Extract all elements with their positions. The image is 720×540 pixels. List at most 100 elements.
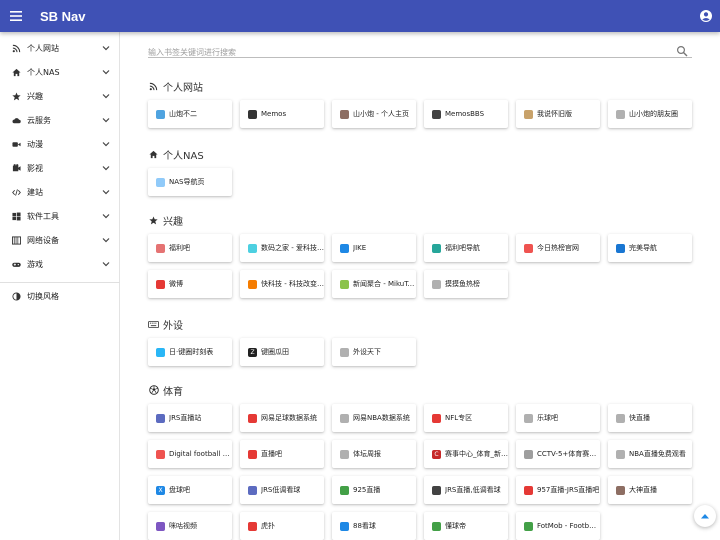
bookmark-label: 88看球 [353, 522, 376, 530]
favicon-icon [432, 243, 441, 253]
bookmark-card[interactable]: C 赛事中心_体育_新浪网 [424, 440, 508, 468]
bookmark-card[interactable]: Digital football calendar [148, 440, 232, 468]
account-button[interactable] [698, 8, 714, 24]
scroll-to-top-button[interactable] [694, 505, 716, 527]
bookmark-label: 键圈瓜田 [261, 348, 289, 356]
bookmark-card[interactable]: JRS直播,低调看球 [424, 476, 508, 504]
bookmark-card[interactable]: 新闻聚合 - MikuTools [332, 270, 416, 298]
search-input[interactable] [148, 44, 668, 61]
favicon-icon [248, 485, 257, 495]
favicon-icon: X [156, 485, 165, 495]
search-button[interactable] [676, 42, 688, 57]
bookmark-card[interactable]: NAS导航页 [148, 168, 232, 196]
sidebar-item-6[interactable]: 建站 [0, 180, 120, 204]
bookmark-label: 925直播 [353, 486, 381, 494]
sidebar-item-label: 网络设备 [27, 235, 59, 245]
video-icon [11, 139, 21, 149]
arrow-up-icon [701, 514, 709, 519]
bookmark-card[interactable]: NBA直播免费观看 [608, 440, 692, 468]
sidebar-item-5[interactable]: 影视 [0, 156, 120, 180]
soccer-icon [148, 385, 159, 396]
sidebar: 个人网站个人NAS 兴趣云服务动漫 影视 建站 软件工具网络设备游戏切换风格 [0, 32, 120, 540]
favicon-icon [156, 449, 165, 459]
favicon-icon [432, 109, 441, 119]
bookmark-card[interactable]: CCTV-5+体育赛事直播 [516, 440, 600, 468]
app-bar: SB Nav [0, 0, 720, 32]
chevron-down-icon [101, 43, 111, 53]
bookmark-card[interactable]: 外设天下 [332, 338, 416, 366]
bookmark-card[interactable]: 山小炮的朋友圈 [608, 100, 692, 128]
bookmark-label: 盘球吧 [169, 486, 190, 494]
bookmark-card[interactable]: 福利吧 [148, 234, 232, 262]
favicon-icon [432, 485, 441, 495]
bookmark-card[interactable]: JRS低调看球 [240, 476, 324, 504]
bookmark-card[interactable]: X 盘球吧 [148, 476, 232, 504]
bookmark-card[interactable]: 福利吧导航 [424, 234, 508, 262]
bookmark-card[interactable]: 我说怀旧版 [516, 100, 600, 128]
sidebar-item-8[interactable]: 网络设备 [0, 228, 120, 252]
bookmark-card[interactable]: 957直播-JRS直播吧 [516, 476, 600, 504]
bookmark-label: 直播吧 [261, 450, 282, 458]
favicon-icon [616, 485, 625, 495]
search-icon [676, 45, 688, 57]
favicon-icon [340, 243, 349, 253]
cloud-icon [11, 115, 21, 125]
bookmark-label: 乐球吧 [537, 414, 558, 422]
sidebar-item-9[interactable]: 游戏 [0, 252, 120, 276]
bookmark-card[interactable]: 摸摸鱼热榜 [424, 270, 508, 298]
bookmark-card[interactable]: 网易足球数据系统 [240, 404, 324, 432]
bookmark-label: 新闻聚合 - MikuTools [353, 280, 416, 288]
bookmark-card[interactable]: MemosBBS [424, 100, 508, 128]
bookmark-card[interactable]: 网易NBA数据系统 [332, 404, 416, 432]
bookmark-card[interactable]: Memos [240, 100, 324, 128]
bookmark-label: FotMob - Football Live Scores [537, 522, 600, 530]
bookmark-card[interactable]: 直播吧 [240, 440, 324, 468]
bookmark-card[interactable]: 大神直播 [608, 476, 692, 504]
bookmark-card[interactable]: 咪咕视频 [148, 512, 232, 540]
section-title: 个人NAS [148, 147, 204, 162]
bookmark-card[interactable]: 体坛周报 [332, 440, 416, 468]
bookmark-card[interactable]: 925直播 [332, 476, 416, 504]
bookmark-card[interactable]: 微博 [148, 270, 232, 298]
bookmark-card[interactable]: Z 键圈瓜田 [240, 338, 324, 366]
sidebar-item-4[interactable]: 动漫 [0, 132, 120, 156]
bookmark-card[interactable]: FotMob - Football Live Scores [516, 512, 600, 540]
bookmark-card[interactable]: 乐球吧 [516, 404, 600, 432]
bookmark-card[interactable]: JRS直播站 [148, 404, 232, 432]
sidebar-item-label: 云服务 [27, 115, 51, 125]
bookmark-card[interactable]: 数码之家 - 爱科技、爱... [240, 234, 324, 262]
sidebar-item-label: 个人网站 [27, 43, 59, 53]
bookmark-card[interactable]: 山炮不二 [148, 100, 232, 128]
bookmark-card[interactable]: 快直播 [608, 404, 692, 432]
theme-toggle-button[interactable]: 切换风格 [0, 284, 120, 308]
bookmark-label: NBA直播免费观看 [629, 450, 686, 458]
menu-button[interactable] [0, 0, 32, 32]
bookmark-card[interactable]: 快科技 - 科技改变未来 [240, 270, 324, 298]
sidebar-item-0[interactable]: 个人网站 [0, 36, 120, 60]
favicon-icon [524, 243, 533, 253]
sidebar-item-3[interactable]: 云服务 [0, 108, 120, 132]
bookmark-card[interactable]: NFL专区 [424, 404, 508, 432]
sidebar-item-2[interactable]: 兴趣 [0, 84, 120, 108]
section-title-label: 个人NAS [163, 150, 204, 162]
favicon-icon [340, 413, 349, 423]
bookmark-card[interactable]: JIKE [332, 234, 416, 262]
bookmark-card[interactable]: 日·键圈时刻表 [148, 338, 232, 366]
bookmark-card[interactable]: 山小炮 - 个人主页 [332, 100, 416, 128]
bookmark-card[interactable]: 懂球帝 [424, 512, 508, 540]
bookmark-card[interactable]: 今日热榜官网 [516, 234, 600, 262]
account-circle-icon [700, 10, 712, 22]
bookmark-label: 完美导航 [629, 244, 657, 252]
home-icon [11, 67, 21, 77]
section-title: 体育 [148, 383, 183, 398]
bookmark-card[interactable]: 虎扑 [240, 512, 324, 540]
favicon-icon [248, 413, 257, 423]
contrast-icon [11, 291, 21, 301]
section-title-label: 体育 [163, 386, 183, 398]
bookmark-card[interactable]: 完美导航 [608, 234, 692, 262]
bookmark-card[interactable]: 88看球 [332, 512, 416, 540]
film-icon [11, 163, 21, 173]
sidebar-item-1[interactable]: 个人NAS [0, 60, 120, 84]
sidebar-item-7[interactable]: 软件工具 [0, 204, 120, 228]
favicon-icon [616, 413, 625, 423]
